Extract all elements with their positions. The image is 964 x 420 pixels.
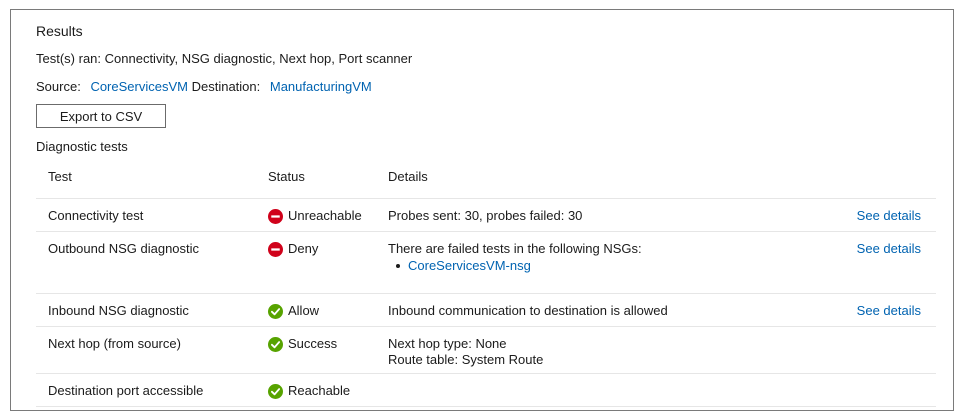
bullet-icon <box>396 264 400 268</box>
route-table: Route table: System Route <box>388 352 544 367</box>
next-hop-type: Next hop type: None <box>388 336 507 351</box>
details-cell: There are failed tests in the following … <box>388 241 642 274</box>
diagnostic-table: Test Status Details Connectivity test Un… <box>36 162 936 407</box>
details-text: There are failed tests in the following … <box>388 241 642 256</box>
column-header-details: Details <box>388 169 428 184</box>
tests-ran-value: Connectivity, NSG diagnostic, Next hop, … <box>104 51 413 66</box>
results-panel: Results Test(s) ran: Connectivity, NSG d… <box>10 9 954 411</box>
nsg-list-item: CoreServicesVM-nsg <box>396 258 642 274</box>
status-text: Unreachable <box>288 208 362 223</box>
see-details-link[interactable]: See details <box>857 208 921 224</box>
results-title: Results <box>36 23 83 39</box>
nsg-link[interactable]: CoreServicesVM-nsg <box>408 258 531 274</box>
export-to-csv-button[interactable]: Export to CSV <box>36 104 166 128</box>
details-text: Probes sent: 30, probes failed: 30 <box>388 208 583 223</box>
test-name: Next hop (from source) <box>48 336 181 351</box>
tests-ran-line: Test(s) ran: Connectivity, NSG diagnosti… <box>36 51 412 66</box>
test-name: Connectivity test <box>48 208 144 223</box>
table-row: Next hop (from source) Success Next hop … <box>36 327 936 374</box>
see-details-link[interactable]: See details <box>857 241 921 257</box>
test-name: Inbound NSG diagnostic <box>48 303 189 318</box>
status-text: Success <box>288 336 338 351</box>
error-icon <box>268 208 283 224</box>
tests-ran-label: Test(s) ran: <box>36 51 102 66</box>
table-header: Test Status Details <box>36 162 936 199</box>
source-destination-line: Source: CoreServicesVM Destination: Manu… <box>36 79 372 94</box>
status-cell: Unreachable <box>268 208 362 224</box>
status-text: Reachable <box>288 383 351 398</box>
table-row: Destination port accessible Reachable <box>36 374 936 407</box>
test-name: Destination port accessible <box>48 383 204 398</box>
column-header-test: Test <box>48 169 72 184</box>
diagnostic-tests-title: Diagnostic tests <box>36 139 128 154</box>
test-name: Outbound NSG diagnostic <box>48 241 200 256</box>
destination-link[interactable]: ManufacturingVM <box>270 79 372 94</box>
status-cell: Success <box>268 336 337 352</box>
success-icon <box>268 336 283 352</box>
details-cell: Next hop type: None Route table: System … <box>388 336 543 368</box>
success-icon <box>268 383 283 399</box>
status-text: Deny <box>288 241 319 256</box>
table-row: Connectivity test Unreachable Probes sen… <box>36 199 936 232</box>
status-cell: Reachable <box>268 383 350 399</box>
status-text: Allow <box>288 303 320 318</box>
source-link[interactable]: CoreServicesVM <box>90 79 188 94</box>
table-row: Inbound NSG diagnostic Allow Inbound com… <box>36 294 936 327</box>
destination-label: Destination: <box>191 79 261 94</box>
see-details-link[interactable]: See details <box>857 303 921 319</box>
success-icon <box>268 303 283 319</box>
status-cell: Allow <box>268 303 319 319</box>
status-cell: Deny <box>268 241 318 257</box>
details-text: Inbound communication to destination is … <box>388 303 668 318</box>
error-icon <box>268 241 283 257</box>
column-header-status: Status <box>268 169 305 184</box>
table-row: Outbound NSG diagnostic Deny There are f… <box>36 232 936 294</box>
source-label: Source: <box>36 79 81 94</box>
